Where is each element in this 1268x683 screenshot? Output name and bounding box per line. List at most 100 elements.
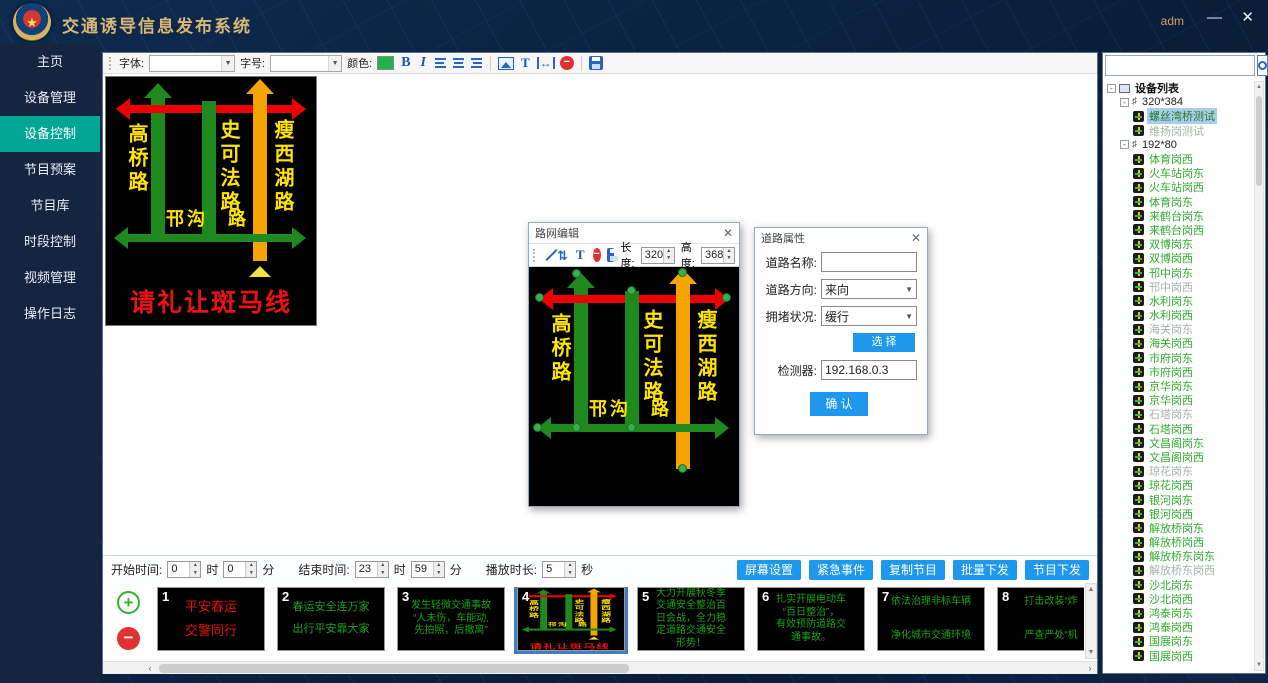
remove-icon[interactable]: − [593,248,601,262]
detector-field[interactable]: 192.168.0.3 [821,360,917,380]
align-left-icon[interactable] [434,58,447,68]
tree-vscrollbar[interactable]: ▲▼ [1254,81,1264,671]
double-arrow-icon[interactable]: ⇅ [557,249,568,262]
sidebar-item-1[interactable]: 主页 [0,44,100,80]
start-minute-stepper[interactable]: 0▲▼ [223,561,257,578]
device-node[interactable]: 双博岗东 [1105,237,1253,251]
device-node[interactable]: 解放桥岗东 [1105,521,1253,535]
program-thumbnail-7[interactable]: 依法治理非标车辆净化城市交通环境7 [877,587,985,651]
sidebar-item-4[interactable]: 节目预案 [0,152,100,188]
device-node[interactable]: 海关岗西 [1105,336,1253,350]
add-program-button[interactable]: + [117,591,140,614]
program-thumbnail-5[interactable]: 大力开展秋冬季交通安全整治百日会战，全力稳定道路交通安全形势！5 [637,587,745,651]
node-handle[interactable] [535,293,544,302]
action-button-2[interactable]: 紧急事件 [809,560,873,580]
horizontal-scrollbar[interactable]: ‹ › [103,661,1097,674]
confirm-button[interactable]: 确 认 [810,392,868,416]
sidebar-item-2[interactable]: 设备管理 [0,80,100,116]
program-thumbnail-1[interactable]: 平安春运交警同行1 [157,587,265,651]
device-node[interactable]: 京华岗东 [1105,379,1253,393]
device-group[interactable]: -♯320*384 [1105,95,1253,109]
node-handle[interactable] [627,286,636,295]
save-icon[interactable] [589,56,603,70]
device-node[interactable]: 解放桥岗西 [1105,535,1253,549]
sidebar-item-6[interactable]: 时段控制 [0,224,100,260]
save-icon[interactable] [607,248,615,262]
tree-collapse-icon[interactable]: - [1107,84,1116,93]
dialog-close-icon[interactable]: ✕ [723,226,733,240]
node-handle[interactable] [572,423,581,432]
device-node[interactable]: 石塔岗东 [1105,407,1253,421]
node-handle[interactable] [678,268,687,277]
start-hour-stepper[interactable]: 0▲▼ [167,561,201,578]
tree-collapse-icon[interactable]: - [1120,140,1129,149]
device-node[interactable]: 文昌阁岗西 [1105,450,1253,464]
node-handle[interactable] [722,293,731,302]
device-node[interactable]: 京华岗西 [1105,393,1253,407]
text-tool-icon[interactable]: T [519,55,532,71]
device-node[interactable]: 体育岗东 [1105,195,1253,209]
device-node[interactable]: 双博岗西 [1105,251,1253,265]
device-node[interactable]: 来鹤台岗东 [1105,209,1253,223]
network-edit-canvas[interactable]: 高桥路 史可法路 瘦西湖路 邗沟 路 请礼让斑马线 [529,267,739,506]
select-button[interactable]: 选 择 [853,333,915,352]
height-stepper[interactable]: 368 ▲▼ [701,247,735,264]
italic-icon[interactable]: I [418,55,429,71]
sidebar-item-3[interactable]: 设备控制 [0,116,100,152]
scroll-left-icon[interactable]: ‹ [143,662,157,674]
congestion-select[interactable]: 缓行▼ [821,306,917,326]
draw-line-icon[interactable] [544,249,551,262]
remove-icon[interactable]: − [560,56,574,70]
insert-image-icon[interactable] [498,57,514,70]
node-handle[interactable] [678,464,687,473]
device-node[interactable]: 水利岗东 [1105,294,1253,308]
thumbnail-vscrollbar[interactable]: ▲▼ [1085,583,1097,659]
sign-preview[interactable]: 高桥路 史可法路 瘦西湖路 邗沟 路 请礼让斑马线 [105,76,317,326]
device-node[interactable]: 琼花岗西 [1105,478,1253,492]
device-node[interactable]: 鸿泰岗西 [1105,620,1253,634]
device-search-input[interactable] [1105,55,1255,76]
text-tool-icon[interactable]: T [574,247,587,263]
program-thumbnail-4[interactable]: 高桥路 史可法路 瘦西湖路 邗沟 路 请礼让斑马线 4 [517,587,625,651]
sidebar-item-5[interactable]: 节目库 [0,188,100,224]
program-thumbnail-2[interactable]: 春运安全连万家出行平安靠大家2 [277,587,385,651]
device-group[interactable]: -♯192*80 [1105,138,1253,152]
device-node[interactable]: 螺丝湾桥测试 [1105,109,1253,123]
node-handle[interactable] [627,423,636,432]
dialog-close-icon[interactable]: ✕ [911,231,921,245]
device-node[interactable]: 沙北岗西 [1105,592,1253,606]
close-button[interactable]: ✕ [1241,10,1254,25]
sidebar-item-7[interactable]: 视频管理 [0,260,100,296]
scroll-right-icon[interactable]: › [1083,662,1097,674]
length-stepper[interactable]: 320 ▲▼ [641,247,675,264]
font-family-select[interactable]: ▼ [149,55,235,72]
program-thumbnail-6[interactable]: 扎实开展电动车“百日整治”，有效预防道路交通事故。6 [757,587,865,651]
device-tree-root[interactable]: -设备列表 [1105,81,1253,95]
font-size-select[interactable]: ▼ [270,55,342,72]
node-handle[interactable] [572,269,581,278]
program-thumbnail-8[interactable]: 打击改装“炸严查严处“机8 [997,587,1084,651]
duration-stepper[interactable]: 5▲▼ [542,561,576,578]
device-node[interactable]: 国展岗西 [1105,649,1253,663]
action-button-3[interactable]: 复制节目 [881,560,945,580]
device-node[interactable]: 文昌阁岗东 [1105,436,1253,450]
device-node[interactable]: 维扬岗测试 [1105,124,1253,138]
device-node[interactable]: 银河岗东 [1105,492,1253,506]
device-node[interactable]: 邗中岗西 [1105,280,1253,294]
device-node[interactable]: 邗中岗东 [1105,265,1253,279]
device-node[interactable]: 火车站岗东 [1105,166,1253,180]
device-node[interactable]: 石塔岗西 [1105,422,1253,436]
device-node[interactable]: 水利岗西 [1105,308,1253,322]
tree-collapse-icon[interactable]: - [1120,98,1129,107]
device-node[interactable]: 市府岗东 [1105,351,1253,365]
dialog-titlebar[interactable]: 道路属性 ✕ [755,228,927,248]
device-node[interactable]: 市府岗西 [1105,365,1253,379]
device-node[interactable]: 海关岗东 [1105,322,1253,336]
bold-icon[interactable]: B [399,55,412,71]
device-node[interactable]: 鸿泰岗东 [1105,606,1253,620]
end-hour-stepper[interactable]: 23▲▼ [355,561,389,578]
end-minute-stepper[interactable]: 59▲▼ [411,561,445,578]
device-node[interactable]: 国展岗东 [1105,634,1253,648]
sidebar-item-8[interactable]: 操作日志 [0,296,100,332]
device-node[interactable]: 火车站岗西 [1105,180,1253,194]
